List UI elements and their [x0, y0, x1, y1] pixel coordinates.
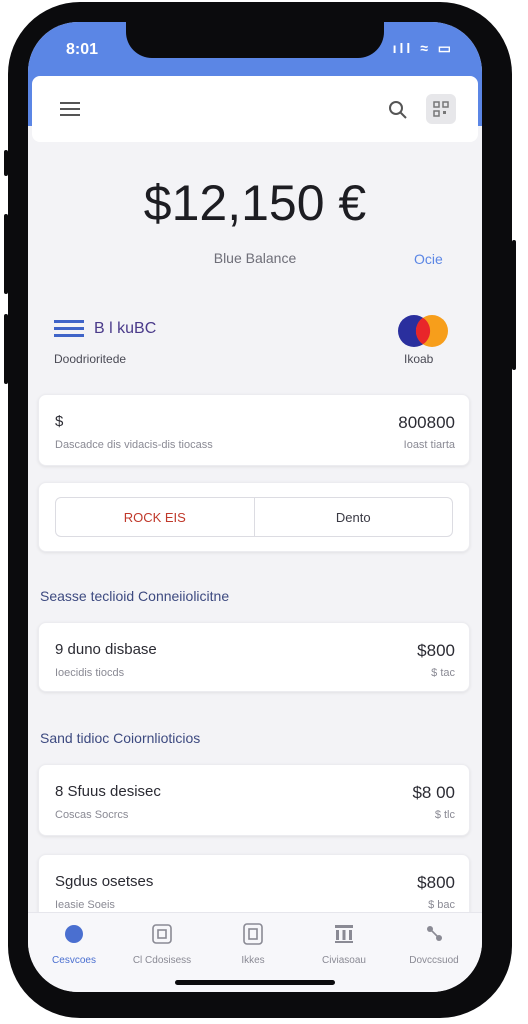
tab-bank[interactable]: Civiasoau — [304, 921, 384, 966]
balance-link[interactable]: Ocie — [414, 251, 443, 267]
item-subtitle: Coscas Socrcs — [55, 809, 129, 821]
item-amount: $800 — [417, 873, 455, 892]
wallet-icon — [243, 923, 263, 945]
phone-side-button — [4, 150, 8, 176]
item-title: Sgdus osetses — [55, 873, 154, 890]
item-subtitle: Ioecidis tiocds — [55, 667, 125, 679]
card-number: Doodrioritede — [54, 352, 127, 366]
item-amount: $8 00 — [412, 783, 455, 802]
item-amount: $800 — [417, 641, 455, 660]
summary-title: $ — [55, 413, 64, 430]
tab-settings[interactable]: Dovccsuod — [394, 921, 474, 966]
item-sub: $ tlc — [434, 809, 455, 821]
section-title-2: Sand tidioc Coiornlioticios — [40, 730, 201, 746]
summary-card[interactable]: $ Dascadce dis vidacis-dis tiocass 80080… — [38, 394, 470, 466]
item-sub: $ bac — [428, 899, 455, 911]
item-title: 9 duno disbase — [55, 641, 157, 658]
tab-home[interactable]: Cesvcoes — [34, 921, 114, 966]
hamburger-icon[interactable] — [60, 102, 80, 116]
tab-label: Cl Cdosisess — [132, 955, 192, 966]
tab-cards[interactable]: Cl Cdosisess — [122, 921, 202, 966]
segment-left[interactable]: ROCK EIS — [56, 498, 255, 536]
app-header — [32, 76, 478, 142]
list-item[interactable]: 8 Sfuus desisec Coscas Socrcs $8 00 $ tl… — [38, 764, 470, 836]
notch — [126, 22, 384, 58]
summary-amount: 800800 — [398, 413, 455, 432]
card-icon — [152, 924, 172, 944]
summary-subtitle: Dascadce dis vidacis-dis tiocass — [55, 439, 213, 451]
status-icons: ıll ≈ ▭ — [392, 40, 454, 56]
tab-label: Ikkes — [241, 955, 265, 966]
card-brand-label: Ikoab — [404, 352, 434, 366]
tab-label: Dovccsuod — [409, 955, 459, 966]
search-icon[interactable] — [386, 98, 410, 122]
item-subtitle: Ieasie Soeis — [55, 899, 115, 911]
phone-volume-up — [4, 214, 8, 294]
phone-power-button — [512, 240, 516, 370]
segment-right[interactable]: Dento — [255, 498, 453, 536]
segment-card: ROCK EIS Dento — [38, 482, 470, 552]
summary-sub: Ioast tiarta — [403, 439, 455, 451]
item-title: 8 Sfuus desisec — [55, 783, 161, 800]
qr-code-icon — [433, 101, 449, 117]
app-screen: 8:01 ıll ≈ ▭ $12,150 € Blue Balance Ocie… — [28, 22, 482, 992]
card-flag-icon — [54, 320, 84, 338]
list-item[interactable]: 9 duno disbase Ioecidis tiocds $800 $ ta… — [38, 622, 470, 692]
tab-label: Cesvcoes — [52, 955, 96, 966]
phone-volume-down — [4, 314, 8, 384]
balance-amount: $12,150 € — [143, 175, 367, 231]
qr-code-button[interactable] — [426, 94, 456, 124]
status-time: 8:01 — [66, 41, 99, 58]
card-name: B l kuBC — [94, 320, 157, 337]
section-title-1: Seasse teclioid Conneiiolicitne — [40, 588, 230, 604]
home-icon — [65, 925, 83, 943]
item-sub: $ tac — [431, 667, 455, 679]
bank-icon — [335, 925, 353, 943]
settings-icon — [427, 926, 442, 941]
mastercard-icon — [398, 315, 448, 347]
home-indicator — [175, 980, 335, 985]
segment-control: ROCK EIS Dento — [55, 497, 453, 537]
tab-wallet[interactable]: Ikkes — [213, 921, 293, 966]
tab-label: Civiasoau — [322, 955, 366, 966]
